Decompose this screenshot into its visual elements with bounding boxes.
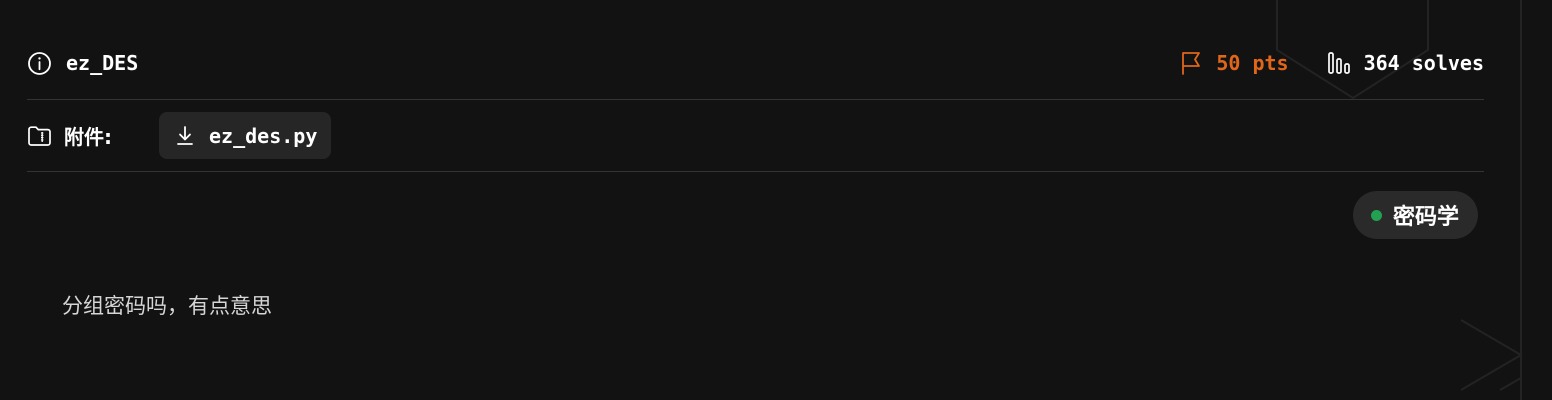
attachments-label: 附件:: [64, 125, 112, 149]
attachments-row: 附件: ez_des.py: [27, 100, 1484, 172]
category-row: 密码学: [27, 172, 1484, 239]
points-value: 50 pts: [1216, 51, 1289, 75]
challenge-meta: 50 pts 364 solves: [1179, 50, 1484, 76]
attachments-heading: 附件:: [27, 121, 159, 150]
challenge-description: 分组密码吗，有点意思: [62, 294, 272, 318]
category-status-dot: [1370, 209, 1382, 221]
info-circle-icon[interactable]: [27, 51, 52, 76]
challenge-panel: ez_DES 50 pts 364 solves 附件: ez_des.py 密…: [27, 27, 1484, 341]
category-badge: 密码学: [1352, 191, 1478, 239]
bar-chart-icon: [1327, 51, 1351, 75]
category-label: 密码学: [1392, 205, 1459, 230]
challenge-solves: 364 solves: [1327, 51, 1484, 75]
challenge-title: ez_DES: [27, 51, 138, 76]
attachment-file-name: ez_des.py: [209, 123, 318, 148]
challenge-points: 50 pts: [1179, 50, 1289, 76]
download-icon: [175, 125, 195, 147]
flag-icon: [1179, 50, 1203, 76]
solves-value: 364 solves: [1363, 51, 1484, 75]
challenge-name: ez_DES: [66, 51, 139, 75]
folder-zip-icon: [27, 124, 52, 147]
challenge-header: ez_DES 50 pts 364 solves: [27, 27, 1484, 100]
download-file-button[interactable]: ez_des.py: [159, 112, 332, 159]
